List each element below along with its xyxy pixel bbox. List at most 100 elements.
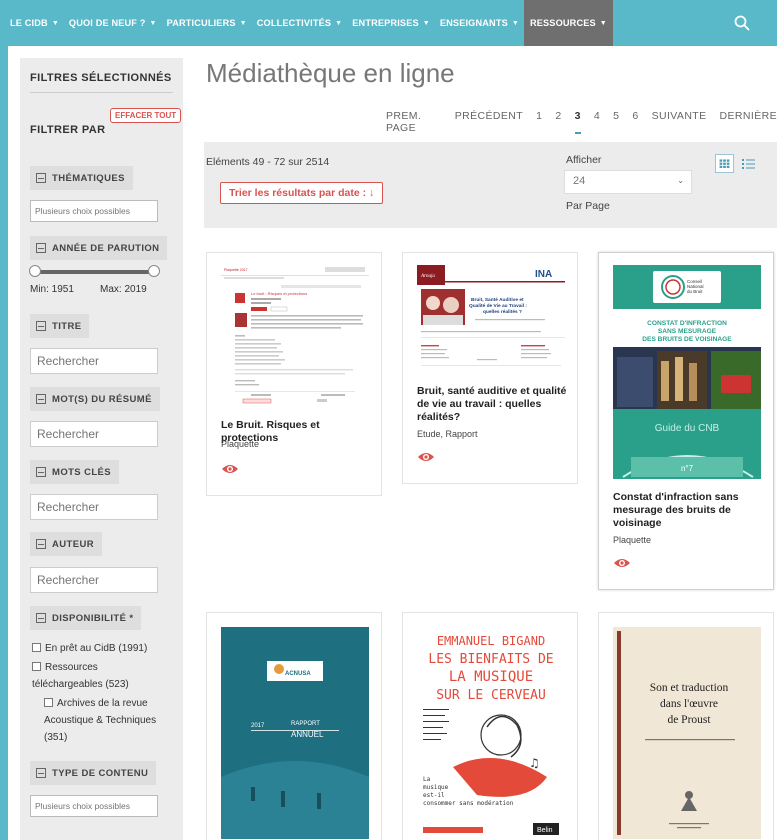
auteur-filter-toggle[interactable]: AUTEUR [30,532,102,556]
checkbox-archives[interactable]: Archives de la revue [44,695,148,712]
pager-page-6[interactable]: 6 [632,110,638,134]
svg-text:consommer sans modération: consommer sans modération [423,800,514,807]
pager-previous[interactable]: PRÉCÉDENT [455,110,523,134]
nav-item-le-cidb[interactable]: LE CIDB ▼ [0,0,64,46]
thumb-line1: Son et traduction [650,682,729,694]
nav-item-collectivites[interactable]: COLLECTIVITÉS ▼ [252,0,348,46]
nav-item-entreprises[interactable]: ENTREPRISES ▼ [347,0,435,46]
per-page-label: Afficher [566,154,602,166]
year-max-handle[interactable] [148,265,160,277]
pager-page-4[interactable]: 4 [594,110,600,134]
pager-page-5[interactable]: 5 [613,110,619,134]
nav-item-ressources[interactable]: RESSOURCES ▼ [523,0,613,46]
svg-text:est-il: est-il [423,792,445,799]
search-icon[interactable] [733,14,751,32]
nav-item-label: ENTREPRISES [352,18,419,28]
card-title[interactable]: Constat d'infraction sans mesurage des b… [613,491,763,530]
card-title[interactable]: Bruit, santé auditive et qualité de vie … [417,385,567,424]
chevron-down-icon: ▼ [149,19,157,27]
checkbox[interactable] [32,643,41,652]
nav-item-label: ENSEIGNANTS [439,18,508,28]
eye-icon[interactable] [417,451,435,463]
page-frame: FILTRES SÉLECTIONNÉS EFFACER TOUT FILTRE… [8,46,777,840]
year-range-track[interactable] [34,270,154,274]
svg-text:La: La [423,776,431,783]
collapse-icon [36,321,46,331]
titre-filter-toggle[interactable]: TITRE [30,314,90,338]
media-card[interactable]: EMMANUEL BIGAND LES BIENFAITS DE LA MUSI… [402,612,578,840]
year-min-handle[interactable] [29,265,41,277]
svg-text:SANS MESURAGE: SANS MESURAGE [658,328,717,335]
sort-by-date-button[interactable]: Trier les résultats par date : ↓ [220,182,384,204]
card-type: Plaquette [613,535,652,545]
filters-sidebar: FILTRES SÉLECTIONNÉS EFFACER TOUT FILTRE… [20,58,183,840]
resume-filter-toggle[interactable]: MOT(S) DU RÉSUMÉ [30,387,160,411]
nav-item-label: QUOI DE NEUF ? [68,18,146,28]
pager-next[interactable]: SUIVANTE [652,110,707,134]
mots-cles-search-input[interactable] [30,494,158,520]
media-card[interactable]: Plaquette 2017 Le bruit : Risques et pro… [206,252,382,496]
nav-item-label: PARTICULIERS [166,18,236,28]
acnusa-logo-icon: ACNUSA [285,671,311,677]
eye-icon[interactable] [221,463,239,475]
divider [30,92,173,93]
svg-text:musique: musique [423,784,449,791]
thumb-year: 2017 [251,723,265,729]
document-thumbnail: Arnaja INA Bruit, Santé Auditive et Qual… [417,265,565,371]
pager-first[interactable]: PREM. PAGE [386,110,442,134]
thumb-doc-title: Le bruit : Risques et protections [251,291,307,296]
svg-text:♫: ♫ [529,756,540,770]
thumb-author: EMMANUEL BIGAND [437,634,545,648]
pager-page-1[interactable]: 1 [536,110,542,134]
type-contenu-filter-toggle[interactable]: TYPE DE CONTENU [30,761,157,785]
media-card[interactable]: ACNUSA 2017 RAPPORT ANNUEL [206,612,382,840]
disponibilite-label: DISPONIBILITÉ * [52,612,134,624]
checkbox-ressources[interactable]: Ressources [32,659,98,676]
media-card[interactable]: Conseil National du Bruit CONSTAT D'INFR… [598,252,774,590]
svg-text:quelles réalités ?: quelles réalités ? [483,309,522,315]
thumb-line2: dans l'œuvre [660,698,718,710]
thumb-line1: LES BIENFAITS DE [428,652,553,667]
checkbox-label-continued: (351) [44,732,68,743]
nav-item-label: COLLECTIVITÉS [256,18,332,28]
resume-search-input[interactable] [30,421,158,447]
svg-text:Arnaja: Arnaja [420,274,435,279]
nav-item-quoi-de-neuf[interactable]: QUOI DE NEUF ? ▼ [64,0,162,46]
svg-text:ANNUEL: ANNUEL [291,730,324,739]
checkbox-label: Archives de la revue [57,698,148,709]
pager-page-2[interactable]: 2 [555,110,561,134]
pager-page-current[interactable]: 3 [574,110,581,134]
checkbox[interactable] [44,698,53,707]
clear-all-button[interactable]: EFFACER TOUT [110,108,182,123]
collapse-icon [36,243,46,253]
mots-cles-filter-toggle[interactable]: MOTS CLÉS [30,460,120,484]
pager-last[interactable]: DERNIÈRE [720,110,777,134]
nav-item-label: LE CIDB [10,18,48,28]
thematique-select[interactable] [30,200,158,222]
media-card[interactable]: Arnaja INA Bruit, Santé Auditive et Qual… [402,252,578,484]
per-page-select[interactable]: 24 ⌄ [564,170,692,194]
list-view-icon[interactable] [739,154,758,173]
nav-item-enseignants[interactable]: ENSEIGNANTS ▼ [435,0,524,46]
chevron-down-icon: ⌄ [677,176,684,185]
thumb-line2: LA MUSIQUE [449,669,533,685]
titre-search-input[interactable] [30,348,158,374]
collapse-icon [36,613,46,623]
results-count: Eléments 49 - 72 sur 2514 [206,156,330,168]
document-thumbnail: Plaquette 2017 Le bruit : Risques et pro… [221,265,369,405]
checkbox-en-pret[interactable]: En prêt au CidB (1991) [32,640,147,657]
media-card[interactable]: Son et traduction dans l'œuvre de Proust [598,612,774,840]
checkbox-label-continued: Acoustique & Techniques [44,715,157,726]
checkbox[interactable] [32,662,41,671]
auteur-search-input[interactable] [30,567,158,593]
eye-icon[interactable] [613,557,631,569]
nav-item-particuliers[interactable]: PARTICULIERS ▼ [162,0,252,46]
disponibilite-filter-toggle[interactable]: DISPONIBILITÉ * [30,606,142,630]
svg-text:Qualité de Vie au Travail :: Qualité de Vie au Travail : [469,303,527,309]
year-max-label: Max: 2019 [100,284,147,295]
thematique-filter-toggle[interactable]: THÉMATIQUES [30,166,133,190]
grid-view-icon[interactable] [715,154,734,173]
annee-filter-toggle[interactable]: ANNÉE DE PARUTION [30,236,168,260]
results-toolbar: Eléments 49 - 72 sur 2514 Trier les résu… [204,142,777,228]
type-contenu-select[interactable] [30,795,158,817]
